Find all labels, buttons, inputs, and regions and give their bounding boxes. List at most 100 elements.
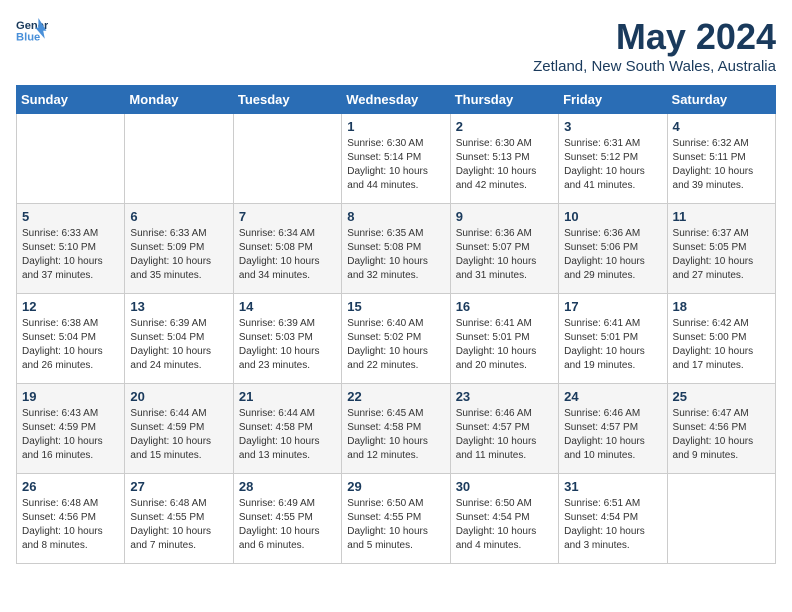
week-row-3: 12 Sunrise: 6:38 AM Sunset: 5:04 PM Dayli… bbox=[17, 294, 776, 384]
day-number: 25 bbox=[673, 389, 770, 404]
day-info: Sunrise: 6:41 AM Sunset: 5:01 PM Dayligh… bbox=[456, 317, 553, 373]
day-info: Sunrise: 6:49 AM Sunset: 4:55 PM Dayligh… bbox=[239, 497, 336, 553]
title-block: May 2024 Zetland, New South Wales, Austr… bbox=[533, 16, 776, 75]
calendar-cell: 26Sunrise: 6:48 AM Sunset: 4:56 PM Dayli… bbox=[17, 474, 125, 564]
day-number: 28 bbox=[239, 479, 336, 494]
day-info: Sunrise: 6:43 AM Sunset: 4:59 PM Dayligh… bbox=[22, 407, 119, 463]
weekday-header-thursday: Thursday bbox=[450, 86, 558, 114]
calendar-cell: 11 Sunrise: 6:37 AM Sunset: 5:05 PM Dayli… bbox=[667, 204, 775, 294]
day-number: 31 bbox=[564, 479, 661, 494]
day-info: Sunrise: 6:35 AM Sunset: 5:08 PM Dayligh… bbox=[347, 227, 444, 283]
day-info: Sunrise: 6:30 AM Sunset: 5:14 PM Dayligh… bbox=[347, 137, 444, 193]
calendar-cell: 29Sunrise: 6:50 AM Sunset: 4:55 PM Dayli… bbox=[342, 474, 450, 564]
location: Zetland, New South Wales, Australia bbox=[533, 58, 776, 75]
day-number: 5 bbox=[22, 209, 119, 224]
month-title: May 2024 bbox=[533, 16, 776, 58]
day-number: 3 bbox=[564, 119, 661, 134]
day-number: 9 bbox=[456, 209, 553, 224]
logo: General Blue bbox=[16, 16, 48, 44]
day-info: Sunrise: 6:39 AM Sunset: 5:04 PM Dayligh… bbox=[130, 317, 227, 373]
day-number: 2 bbox=[456, 119, 553, 134]
day-info: Sunrise: 6:42 AM Sunset: 5:00 PM Dayligh… bbox=[673, 317, 770, 373]
day-info: Sunrise: 6:31 AM Sunset: 5:12 PM Dayligh… bbox=[564, 137, 661, 193]
day-info: Sunrise: 6:46 AM Sunset: 4:57 PM Dayligh… bbox=[564, 407, 661, 463]
day-number: 16 bbox=[456, 299, 553, 314]
logo-icon: General Blue bbox=[16, 16, 48, 44]
calendar-cell bbox=[125, 114, 233, 204]
day-number: 30 bbox=[456, 479, 553, 494]
calendar-cell: 31 Sunrise: 6:51 AM Sunset: 4:54 PM Dayli… bbox=[559, 474, 667, 564]
day-info: Sunrise: 6:47 AM Sunset: 4:56 PM Dayligh… bbox=[673, 407, 770, 463]
weekday-header-tuesday: Tuesday bbox=[233, 86, 341, 114]
week-row-5: 26Sunrise: 6:48 AM Sunset: 4:56 PM Dayli… bbox=[17, 474, 776, 564]
day-number: 11 bbox=[673, 209, 770, 224]
weekday-header-wednesday: Wednesday bbox=[342, 86, 450, 114]
day-info: Sunrise: 6:38 AM Sunset: 5:04 PM Dayligh… bbox=[22, 317, 119, 373]
calendar-cell bbox=[233, 114, 341, 204]
day-number: 10 bbox=[564, 209, 661, 224]
day-info: Sunrise: 6:39 AM Sunset: 5:03 PM Dayligh… bbox=[239, 317, 336, 373]
day-number: 21 bbox=[239, 389, 336, 404]
svg-text:Blue: Blue bbox=[16, 31, 40, 43]
day-number: 17 bbox=[564, 299, 661, 314]
calendar-table: SundayMondayTuesdayWednesdayThursdayFrid… bbox=[16, 85, 776, 564]
day-number: 22 bbox=[347, 389, 444, 404]
day-info: Sunrise: 6:33 AM Sunset: 5:09 PM Dayligh… bbox=[130, 227, 227, 283]
day-info: Sunrise: 6:44 AM Sunset: 4:59 PM Dayligh… bbox=[130, 407, 227, 463]
day-number: 29 bbox=[347, 479, 444, 494]
day-info: Sunrise: 6:48 AM Sunset: 4:55 PM Dayligh… bbox=[130, 497, 227, 553]
day-number: 7 bbox=[239, 209, 336, 224]
day-number: 15 bbox=[347, 299, 444, 314]
page-header: General Blue May 2024 Zetland, New South… bbox=[16, 16, 776, 75]
day-info: Sunrise: 6:45 AM Sunset: 4:58 PM Dayligh… bbox=[347, 407, 444, 463]
day-info: Sunrise: 6:51 AM Sunset: 4:54 PM Dayligh… bbox=[564, 497, 661, 553]
day-info: Sunrise: 6:34 AM Sunset: 5:08 PM Dayligh… bbox=[239, 227, 336, 283]
calendar-cell: 30Sunrise: 6:50 AM Sunset: 4:54 PM Dayli… bbox=[450, 474, 558, 564]
calendar-cell: 9 Sunrise: 6:36 AM Sunset: 5:07 PM Daylig… bbox=[450, 204, 558, 294]
weekday-header-sunday: Sunday bbox=[17, 86, 125, 114]
day-number: 24 bbox=[564, 389, 661, 404]
day-number: 14 bbox=[239, 299, 336, 314]
calendar-cell: 1 Sunrise: 6:30 AM Sunset: 5:14 PM Daylig… bbox=[342, 114, 450, 204]
day-number: 20 bbox=[130, 389, 227, 404]
calendar-cell: 22 Sunrise: 6:45 AM Sunset: 4:58 PM Dayli… bbox=[342, 384, 450, 474]
calendar-cell: 23Sunrise: 6:46 AM Sunset: 4:57 PM Dayli… bbox=[450, 384, 558, 474]
day-number: 19 bbox=[22, 389, 119, 404]
calendar-cell: 28 Sunrise: 6:49 AM Sunset: 4:55 PM Dayli… bbox=[233, 474, 341, 564]
day-number: 13 bbox=[130, 299, 227, 314]
calendar-cell: 17 Sunrise: 6:41 AM Sunset: 5:01 PM Dayli… bbox=[559, 294, 667, 384]
day-info: Sunrise: 6:32 AM Sunset: 5:11 PM Dayligh… bbox=[673, 137, 770, 193]
calendar-cell: 13 Sunrise: 6:39 AM Sunset: 5:04 PM Dayli… bbox=[125, 294, 233, 384]
calendar-cell: 4 Sunrise: 6:32 AM Sunset: 5:11 PM Daylig… bbox=[667, 114, 775, 204]
calendar-cell: 5 Sunrise: 6:33 AM Sunset: 5:10 PM Daylig… bbox=[17, 204, 125, 294]
calendar-cell bbox=[17, 114, 125, 204]
day-number: 18 bbox=[673, 299, 770, 314]
day-info: Sunrise: 6:37 AM Sunset: 5:05 PM Dayligh… bbox=[673, 227, 770, 283]
day-number: 6 bbox=[130, 209, 227, 224]
day-info: Sunrise: 6:44 AM Sunset: 4:58 PM Dayligh… bbox=[239, 407, 336, 463]
calendar-cell: 24 Sunrise: 6:46 AM Sunset: 4:57 PM Dayli… bbox=[559, 384, 667, 474]
day-number: 12 bbox=[22, 299, 119, 314]
week-row-1: 1 Sunrise: 6:30 AM Sunset: 5:14 PM Daylig… bbox=[17, 114, 776, 204]
day-number: 27 bbox=[130, 479, 227, 494]
calendar-cell: 25 Sunrise: 6:47 AM Sunset: 4:56 PM Dayli… bbox=[667, 384, 775, 474]
day-number: 4 bbox=[673, 119, 770, 134]
day-number: 23 bbox=[456, 389, 553, 404]
calendar-cell: 8Sunrise: 6:35 AM Sunset: 5:08 PM Daylig… bbox=[342, 204, 450, 294]
day-info: Sunrise: 6:40 AM Sunset: 5:02 PM Dayligh… bbox=[347, 317, 444, 373]
calendar-cell: 12 Sunrise: 6:38 AM Sunset: 5:04 PM Dayli… bbox=[17, 294, 125, 384]
weekday-header-monday: Monday bbox=[125, 86, 233, 114]
calendar-cell: 14 Sunrise: 6:39 AM Sunset: 5:03 PM Dayli… bbox=[233, 294, 341, 384]
calendar-cell: 10Sunrise: 6:36 AM Sunset: 5:06 PM Dayli… bbox=[559, 204, 667, 294]
calendar-cell: 19 Sunrise: 6:43 AM Sunset: 4:59 PM Dayli… bbox=[17, 384, 125, 474]
day-info: Sunrise: 6:30 AM Sunset: 5:13 PM Dayligh… bbox=[456, 137, 553, 193]
day-info: Sunrise: 6:33 AM Sunset: 5:10 PM Dayligh… bbox=[22, 227, 119, 283]
calendar-cell: 6 Sunrise: 6:33 AM Sunset: 5:09 PM Daylig… bbox=[125, 204, 233, 294]
weekday-header-saturday: Saturday bbox=[667, 86, 775, 114]
day-info: Sunrise: 6:41 AM Sunset: 5:01 PM Dayligh… bbox=[564, 317, 661, 373]
calendar-cell: 21 Sunrise: 6:44 AM Sunset: 4:58 PM Dayli… bbox=[233, 384, 341, 474]
day-number: 1 bbox=[347, 119, 444, 134]
day-info: Sunrise: 6:36 AM Sunset: 5:07 PM Dayligh… bbox=[456, 227, 553, 283]
calendar-cell: 2 Sunrise: 6:30 AM Sunset: 5:13 PM Daylig… bbox=[450, 114, 558, 204]
calendar-cell: 18 Sunrise: 6:42 AM Sunset: 5:00 PM Dayli… bbox=[667, 294, 775, 384]
